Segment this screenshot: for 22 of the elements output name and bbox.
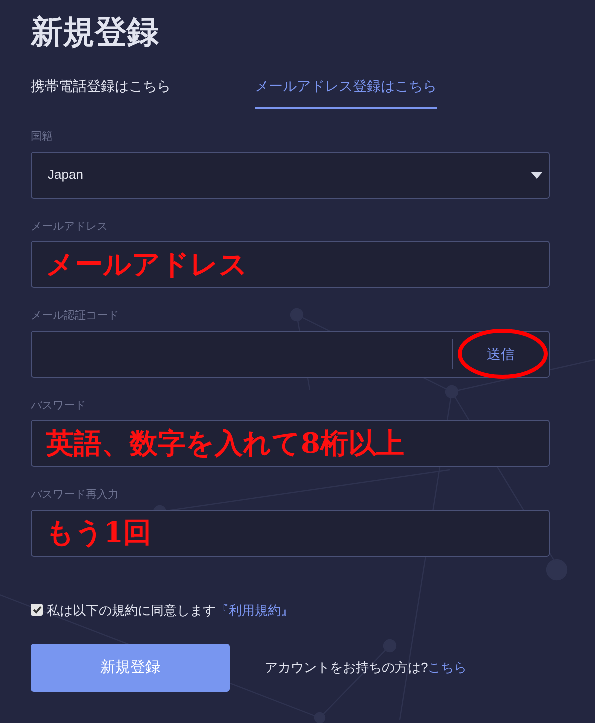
terms-link[interactable]: 『利用規約』 — [216, 602, 294, 618]
register-button[interactable]: 新規登録 — [31, 644, 230, 692]
login-link[interactable]: こちら — [428, 660, 468, 676]
agreement-text: 私は以下の規約に同意します『利用規約』 — [47, 602, 294, 620]
login-prompt: アカウントをお持ちの方は?こちら — [265, 659, 468, 678]
code-field[interactable]: 送信 — [31, 330, 550, 378]
page-title: 新規登録 — [31, 13, 160, 52]
field-label: メールアドレス — [31, 220, 109, 234]
field-label: パスワード — [31, 398, 87, 414]
input-field[interactable]: 英語、数字を入れて8桁以上 — [31, 420, 550, 467]
send-button[interactable]: 送信 — [453, 332, 549, 376]
field-label: 国籍 — [31, 130, 54, 145]
check-icon — [32, 606, 42, 614]
field-label: メール認証コード — [31, 309, 120, 324]
checkbox[interactable] — [31, 604, 43, 616]
country-select[interactable]: Japan — [31, 152, 550, 198]
input-field[interactable]: メールアドレス — [31, 241, 550, 288]
tab[interactable]: 携帯電話登録はこちら — [31, 76, 171, 109]
field-label: パスワード再入力 — [31, 488, 120, 503]
input-field[interactable]: もう1回 — [31, 510, 550, 556]
caret-icon — [531, 172, 543, 178]
tab[interactable]: メールアドレス登録はこちら — [255, 76, 437, 109]
